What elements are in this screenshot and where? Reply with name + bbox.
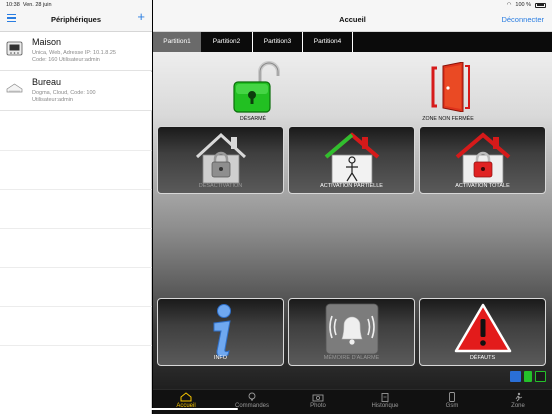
partial-activation-button[interactable]: ACTIVATION PARTIELLE xyxy=(288,126,415,194)
battery-indicator-icon xyxy=(524,371,532,382)
bottom-tab-gsm[interactable]: Gsm xyxy=(427,392,477,409)
open-padlock-icon xyxy=(233,61,280,113)
status-bar: 10:38 Ven. 28 juin ◠ 100 % xyxy=(0,0,552,10)
status-right: ◠ 100 % xyxy=(507,2,546,8)
house-locked-icon xyxy=(455,132,510,184)
bottom-tab-commandes[interactable]: Commandes xyxy=(227,392,277,409)
info-label: INFO xyxy=(213,355,228,361)
warning-icon xyxy=(454,303,511,353)
connection-indicator-icon xyxy=(510,371,521,382)
deactivation-label: DÉSACTIVATION xyxy=(198,183,243,189)
partial-activation-label: ACTIVATION PARTIELLE xyxy=(320,183,383,189)
list-divider xyxy=(0,267,152,268)
bottom-tab-photo[interactable]: Photo xyxy=(293,392,343,409)
sidebar-title: Périphériques xyxy=(50,15,102,24)
zone-label: ZONE NON FERMÉE xyxy=(422,116,474,122)
bottom-tab-label: Historique xyxy=(371,403,399,409)
faults-label: DÉFAUTS xyxy=(469,355,496,361)
status-indicators xyxy=(510,371,546,382)
info-button[interactable]: INFO xyxy=(157,298,284,366)
bottom-tab-accueil[interactable]: Accueil xyxy=(161,392,211,409)
total-activation-button[interactable]: ACTIVATION TOTALE xyxy=(419,126,546,194)
house-padlock-icon xyxy=(195,132,246,184)
sidebar: Périphériques + Maison Unica, Web, Adres… xyxy=(0,0,152,414)
status-time: 10:38 xyxy=(6,2,20,8)
home-indicator xyxy=(118,408,238,410)
faults-button[interactable]: DÉFAUTS xyxy=(419,298,546,366)
list-divider xyxy=(0,150,152,151)
clipboard-icon xyxy=(381,393,389,402)
tab-partition3[interactable]: Partition3 xyxy=(253,32,303,52)
page-title: Accueil xyxy=(339,15,366,24)
camera-icon xyxy=(312,394,324,402)
disarm-status: DÉSARMÉ xyxy=(213,60,293,124)
list-divider xyxy=(0,306,152,307)
list-divider xyxy=(0,228,152,229)
alarm-panel-icon xyxy=(6,41,23,56)
disarm-label: DÉSARMÉ xyxy=(239,116,267,122)
info-icon xyxy=(213,304,231,357)
device-user: Code: 160 Utilisateur:admin xyxy=(32,57,100,63)
bottom-tab-historique[interactable]: Historique xyxy=(360,392,410,409)
tab-partition2[interactable]: Partition2 xyxy=(201,32,253,52)
bottom-tab-bar: Accueil Commandes Photo Historique Gsm Z… xyxy=(153,389,552,414)
disconnect-button[interactable]: Déconnecter xyxy=(501,15,544,24)
router-icon xyxy=(6,83,23,93)
deactivation-button[interactable]: DÉSACTIVATION xyxy=(157,126,284,194)
bottom-tab-label: Gsm xyxy=(445,403,459,409)
device-user: Utilisateur:admin xyxy=(32,97,73,103)
phone-icon xyxy=(449,392,455,402)
zone-status: ZONE NON FERMÉE xyxy=(408,60,488,124)
alarm-memory-label: MÉMOIRE D'ALARME xyxy=(323,355,380,361)
house-person-icon xyxy=(324,132,379,184)
list-divider xyxy=(0,189,152,190)
list-divider xyxy=(0,345,152,346)
power-plug-icon xyxy=(535,371,546,382)
lightbulb-icon xyxy=(248,392,256,401)
add-device-button[interactable]: + xyxy=(137,10,145,23)
partition-tabs: Partition1 Partition2 Partition3 Partiti… xyxy=(153,32,552,52)
battery-percent: 100 % xyxy=(515,2,531,8)
status-date: Ven. 28 juin xyxy=(22,2,52,8)
bottom-tab-label: Zone xyxy=(511,403,525,409)
wifi-icon: ◠ xyxy=(506,2,512,8)
battery-icon xyxy=(535,2,546,8)
bottom-tab-zone[interactable]: Zone xyxy=(493,392,543,409)
alarm-memory-button[interactable]: MÉMOIRE D'ALARME xyxy=(288,298,415,366)
main-panel: Accueil Déconnecter Partition1 Partition… xyxy=(153,0,552,414)
open-door-icon xyxy=(431,62,470,112)
device-name: Bureau xyxy=(32,77,62,87)
alarm-bell-icon xyxy=(325,303,378,355)
status-time-date: 10:38 Ven. 28 juin xyxy=(6,2,52,8)
home-icon xyxy=(180,392,192,402)
tab-partition1[interactable]: Partition1 xyxy=(153,32,201,52)
device-item-maison[interactable]: Maison Unica, Web, Adresse IP: 10.1.8.25… xyxy=(0,32,152,71)
device-details: Dogma, Cloud, Code: 100 xyxy=(32,90,96,96)
tab-partition4[interactable]: Partition4 xyxy=(303,32,353,52)
bottom-tab-label: Photo xyxy=(310,403,326,409)
device-name: Maison xyxy=(32,37,62,47)
running-person-icon xyxy=(515,392,523,402)
total-activation-label: ACTIVATION TOTALE xyxy=(455,183,510,189)
device-item-bureau[interactable]: Bureau Dogma, Cloud, Code: 100 Utilisate… xyxy=(0,72,152,111)
device-details: Unica, Web, Adresse IP: 10.1.8.25 xyxy=(32,50,116,56)
